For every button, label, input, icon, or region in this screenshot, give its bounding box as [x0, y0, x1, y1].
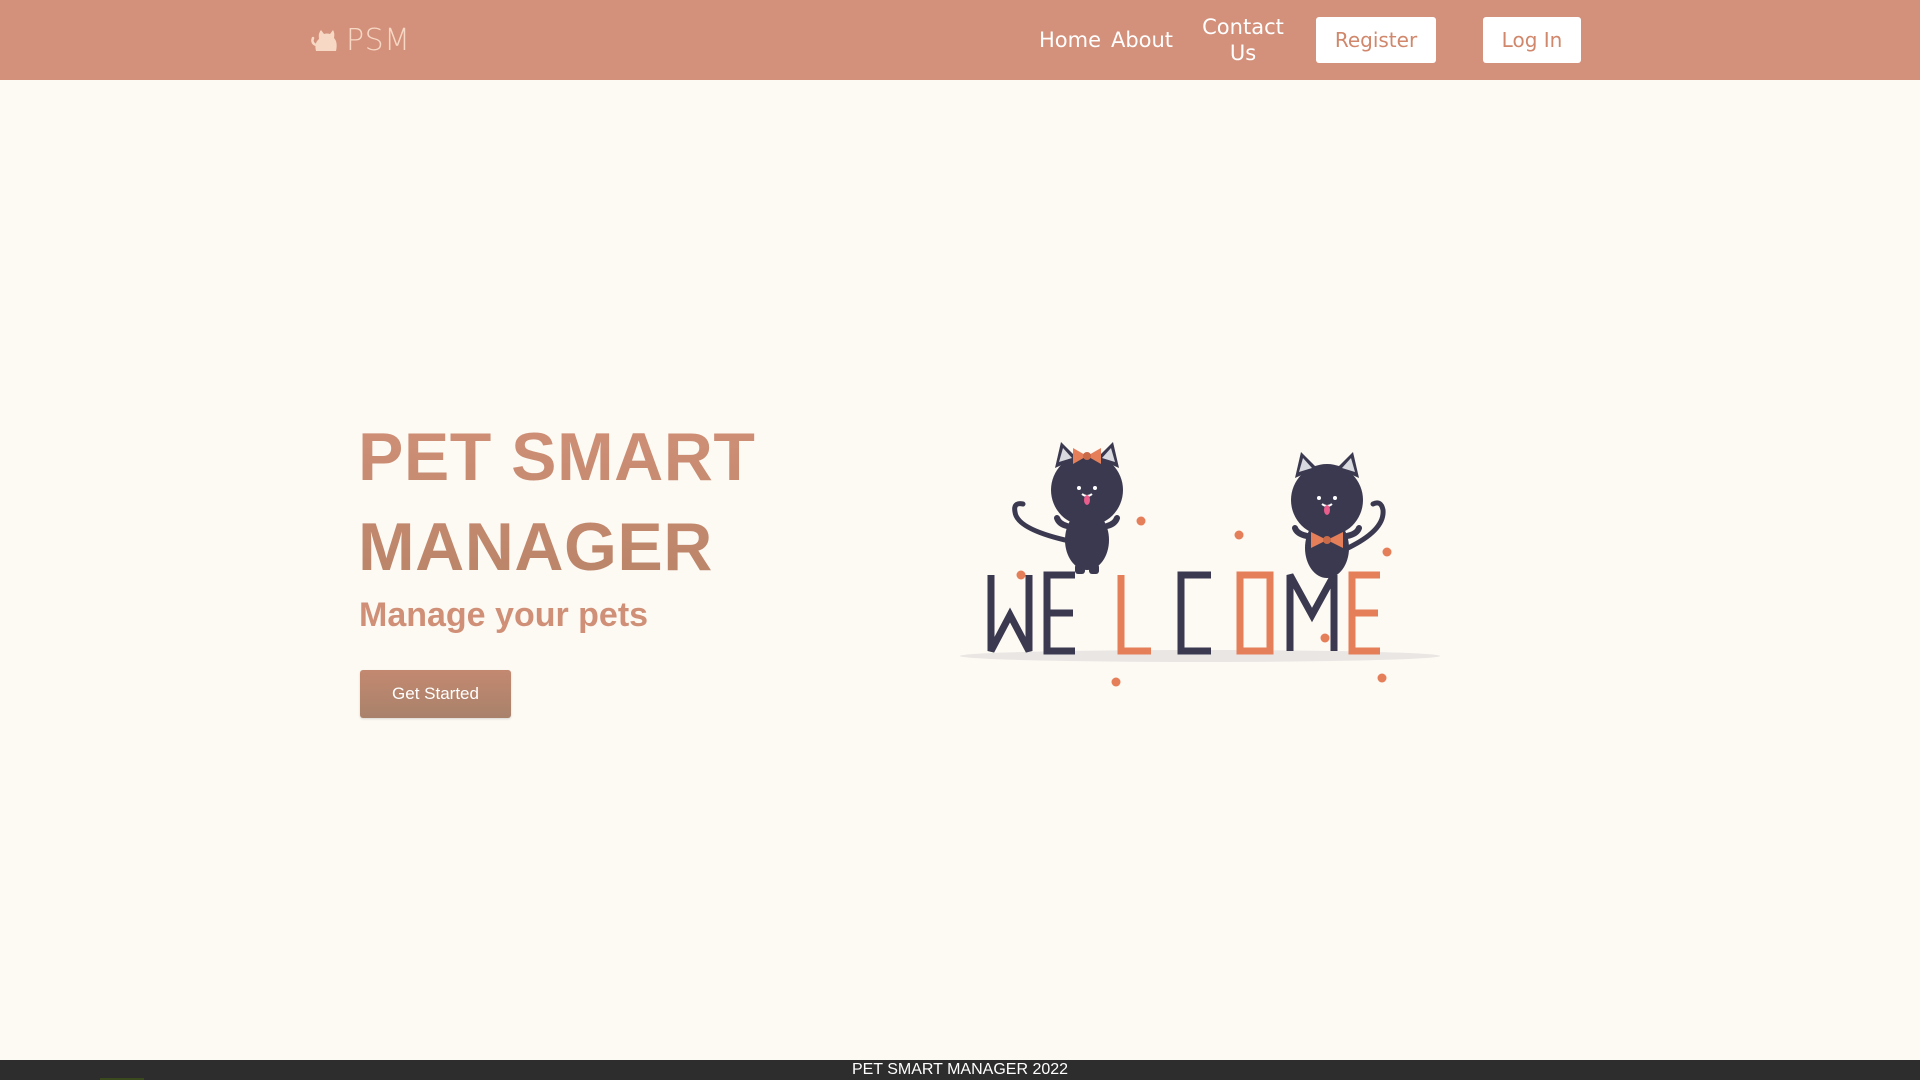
brand-logo-link[interactable]: PSM: [310, 20, 411, 60]
page-footer: PET SMART MANAGER 2022: [0, 1060, 1920, 1080]
nav-link-home[interactable]: Home: [1020, 27, 1120, 53]
footer-text: PET SMART MANAGER 2022: [851, 1061, 1069, 1078]
cat-icon: [310, 21, 344, 59]
register-button[interactable]: Register: [1316, 17, 1436, 63]
top-navbar: PSM Home About Contact Us Register Log I…: [0, 0, 1920, 80]
login-button[interactable]: Log In: [1483, 17, 1581, 63]
nav-link-contact-us[interactable]: Contact Us: [1198, 14, 1288, 66]
cat-with-bow-illustration: [1012, 442, 1123, 574]
brand-name: PSM: [346, 22, 411, 58]
get-started-button[interactable]: Get Started: [360, 670, 511, 718]
welcome-illustration-svg: [960, 442, 1440, 687]
hero-title: PET SMART MANAGER: [358, 412, 858, 592]
nav-link-about[interactable]: About: [1108, 27, 1176, 53]
hero-title-line-1: PET SMART: [358, 419, 756, 495]
welcome-cats-illustration: [955, 430, 1445, 700]
hero-title-line-2: MANAGER: [358, 509, 713, 585]
hero-subtitle: Manage your pets: [359, 596, 649, 634]
cat-with-bowtie-illustration: [1291, 452, 1386, 578]
